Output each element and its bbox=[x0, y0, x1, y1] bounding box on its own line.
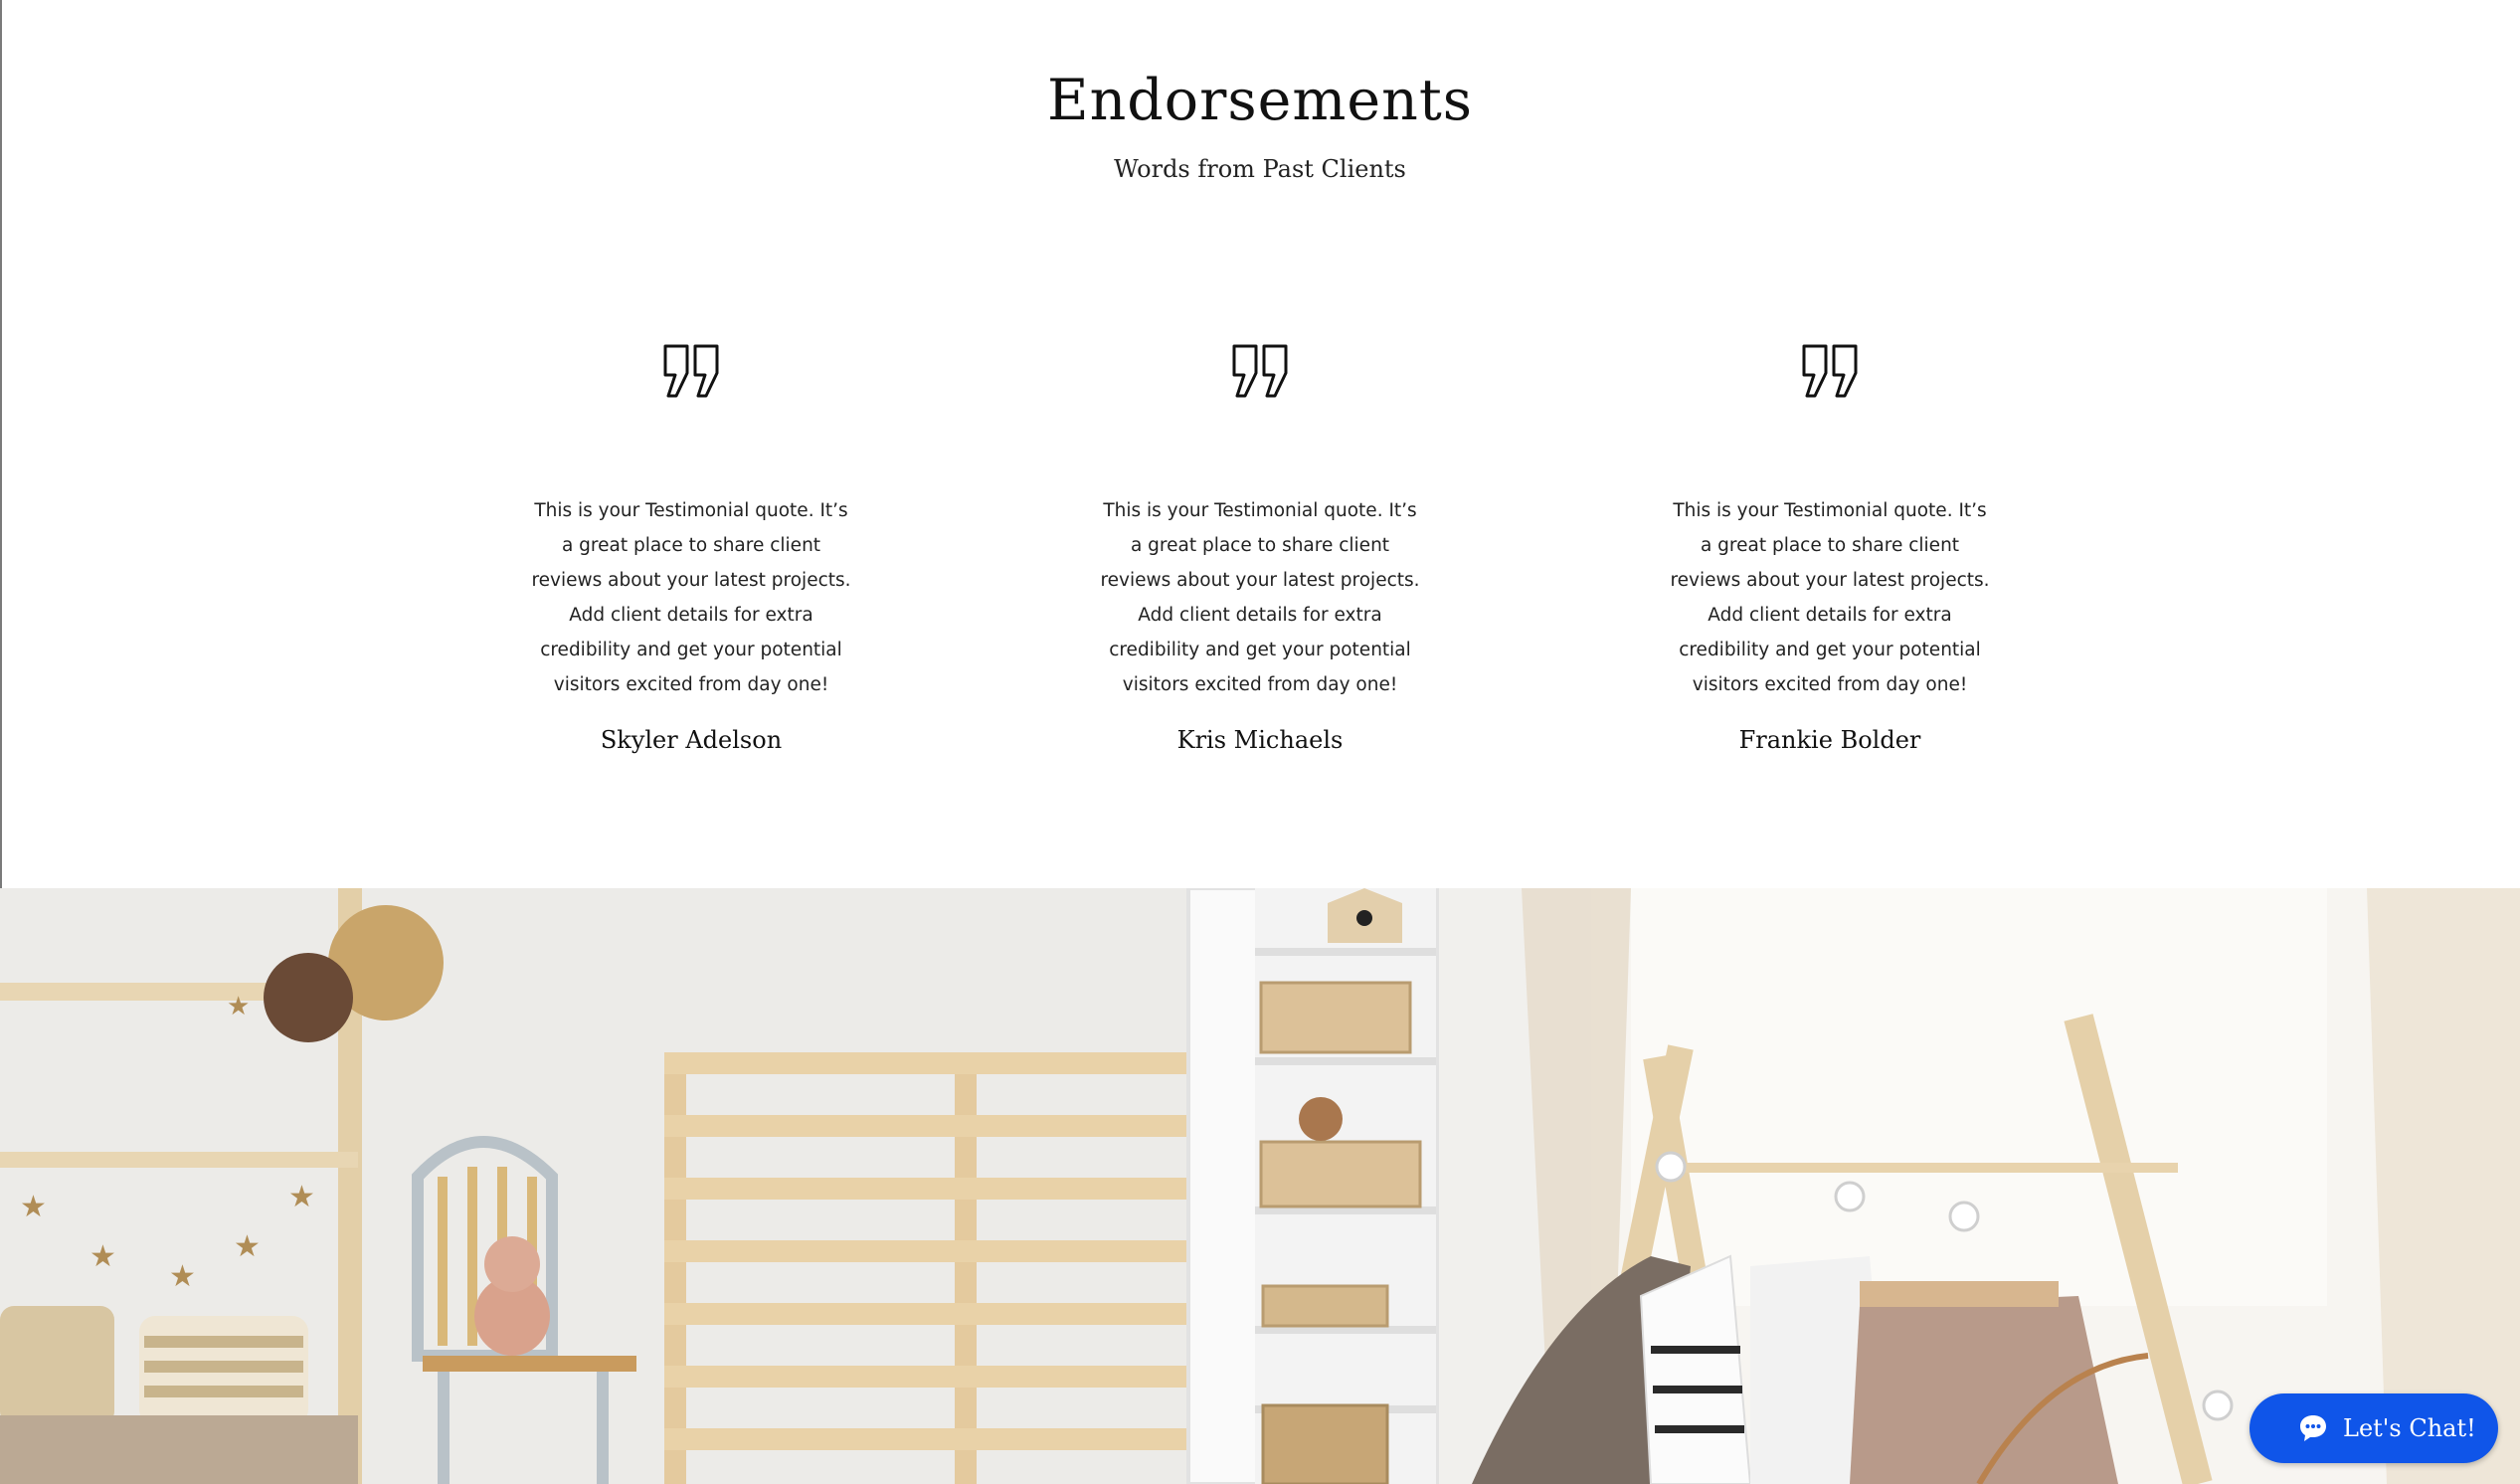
testimonial-card: This is your Testimonial quote. It’s a g… bbox=[1621, 343, 2039, 754]
nursery-room-illustration: ★ ★ ★ ★ ★ ★ bbox=[0, 888, 2520, 1484]
page-title: Endorsements bbox=[1046, 68, 1473, 133]
nursery-room-photo: ★ ★ ★ ★ ★ ★ bbox=[0, 888, 2520, 1484]
lets-chat-button[interactable]: Let's Chat! bbox=[2250, 1393, 2498, 1463]
svg-text:★: ★ bbox=[90, 1239, 116, 1274]
testimonial-quote: This is your Testimonial quote. It’s a g… bbox=[531, 500, 851, 695]
svg-text:★: ★ bbox=[234, 1229, 261, 1264]
testimonial-card: This is your Testimonial quote. It’s a g… bbox=[1051, 343, 1469, 754]
svg-text:★: ★ bbox=[227, 992, 250, 1021]
testimonial-quote: This is your Testimonial quote. It’s a g… bbox=[1670, 500, 1990, 695]
page-subtitle: Words from Past Clients bbox=[1114, 155, 1406, 183]
testimonial-card: This is your Testimonial quote. It’s a g… bbox=[482, 343, 900, 754]
quote-mark-icon bbox=[1802, 344, 1858, 398]
quote-mark-icon bbox=[663, 344, 719, 398]
svg-text:★: ★ bbox=[169, 1259, 196, 1294]
client-name: Frankie Bolder bbox=[1738, 726, 1921, 754]
testimonial-quote: This is your Testimonial quote. It’s a g… bbox=[1100, 500, 1420, 695]
chat-button-label: Let's Chat! bbox=[2343, 1414, 2476, 1442]
client-name: Kris Michaels bbox=[1176, 726, 1344, 754]
svg-text:★: ★ bbox=[288, 1180, 315, 1214]
svg-text:★: ★ bbox=[20, 1190, 47, 1224]
quote-mark-icon bbox=[1232, 344, 1288, 398]
chat-bubble-icon bbox=[2300, 1415, 2326, 1441]
client-name: Skyler Adelson bbox=[600, 726, 783, 754]
